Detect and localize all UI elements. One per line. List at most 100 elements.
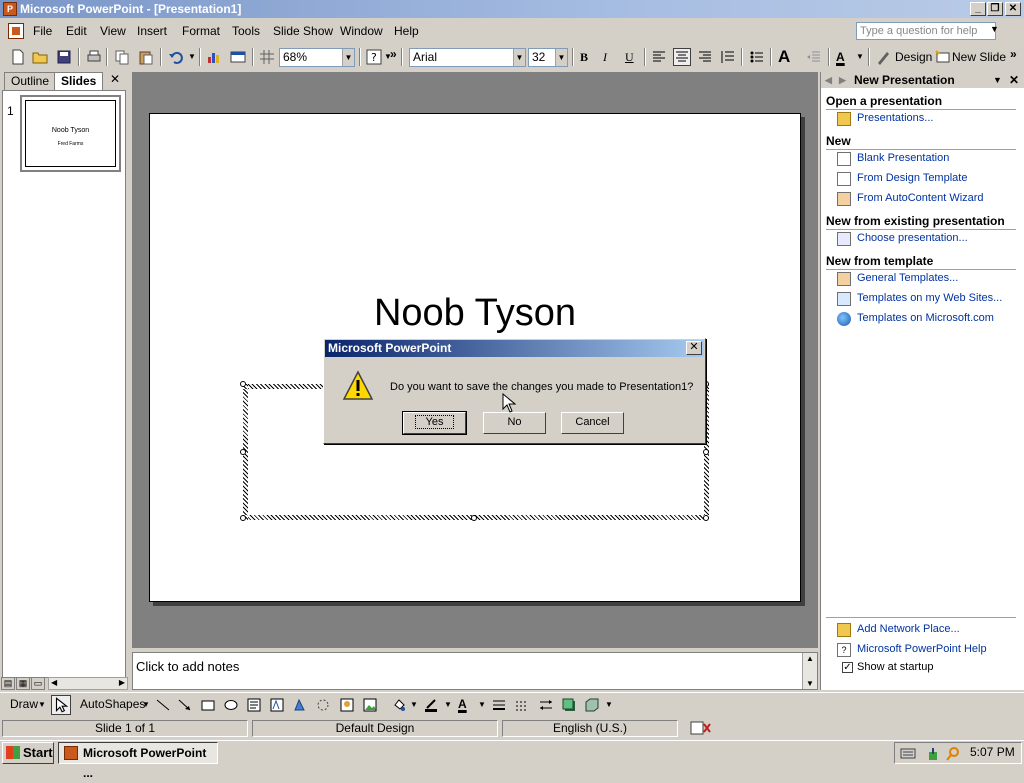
insert-table-icon[interactable] [230,49,246,65]
clip-art-icon[interactable] [340,698,354,712]
restore-button[interactable]: ❐ [987,2,1003,16]
select-objects-icon[interactable] [51,695,71,715]
underline-button[interactable]: U [625,47,634,67]
link-design-template[interactable]: From Design Template [857,172,967,184]
notes-pane[interactable]: Click to add notes [132,652,818,690]
dash-style-icon[interactable] [515,698,529,712]
draw-menu-button[interactable]: Draw [10,697,38,711]
link-general-templates[interactable]: General Templates... [857,272,958,284]
scroll-right-icon[interactable]: ▶ [119,678,125,687]
font-name-select[interactable]: Arial ▼ [409,48,526,67]
back-arrow-icon[interactable]: ◀ [825,72,832,88]
chevron-down-icon[interactable]: ▼ [513,49,525,66]
design-icon[interactable] [876,49,892,65]
fill-color-icon[interactable] [392,698,406,712]
cancel-button[interactable]: Cancel [561,412,624,434]
menu-edit[interactable]: Edit [66,23,87,39]
decrease-indent-icon[interactable] [806,49,822,65]
chevron-down-icon[interactable]: ▼ [555,49,567,66]
italic-button[interactable]: I [603,47,607,67]
diagram-icon[interactable] [293,698,307,712]
drawing-font-color-icon[interactable]: A [458,697,467,711]
new-slide-icon[interactable] [935,49,951,65]
scroll-down-icon[interactable]: ▼ [806,679,814,688]
slide-thumbnail[interactable]: Noob Tyson Fred Farms [20,95,121,172]
line-icon[interactable] [156,698,170,712]
document-icon[interactable] [8,23,24,39]
resize-handle[interactable] [471,515,477,521]
tab-slides[interactable]: Slides [54,72,104,90]
resize-handle[interactable] [240,449,246,455]
font-size-select[interactable]: 32 ▼ [528,48,568,67]
text-box-icon[interactable] [247,698,261,712]
chevron-down-icon[interactable]: ▼ [993,72,1002,88]
network-icon[interactable] [927,746,943,762]
line-style-icon[interactable] [492,698,506,712]
chevron-down-icon[interactable]: ▼ [856,47,864,67]
menu-window[interactable]: Window [340,23,383,39]
toolbar-options-icon[interactable]: » [1010,44,1017,64]
oval-icon[interactable] [224,698,238,712]
yes-button[interactable]: Yes [402,411,467,435]
align-center-icon[interactable] [673,48,691,66]
normal-view-icon[interactable]: ▤ [1,677,15,690]
copy-icon[interactable] [114,49,130,65]
menu-view[interactable]: View [100,23,126,39]
close-button[interactable]: ✕ [1005,2,1021,16]
link-autocontent-wizard[interactable]: From AutoContent Wizard [857,192,984,204]
chevron-down-icon[interactable]: ▼ [342,49,354,66]
link-templates-web-sites[interactable]: Templates on my Web Sites... [857,292,1002,304]
notes-scrollbar[interactable]: ▲ ▼ [802,653,817,689]
open-folder-icon[interactable] [32,49,48,65]
link-blank-presentation[interactable]: Blank Presentation [857,152,949,164]
horizontal-scrollbar[interactable]: ◀ ▶ [48,677,128,690]
org-chart-icon[interactable] [316,698,330,712]
link-choose-presentation[interactable]: Choose presentation... [857,232,968,244]
tab-outline[interactable]: Outline [4,72,57,90]
keyboard-icon[interactable] [900,746,916,760]
resize-handle[interactable] [703,515,709,521]
paste-icon[interactable] [138,49,154,65]
spelling-status-icon[interactable] [690,720,712,736]
chevron-down-icon[interactable]: ▼ [410,700,418,709]
taskbar-app-button[interactable]: Microsoft PowerPoint ... [58,742,218,780]
line-color-icon[interactable] [424,698,438,712]
help-icon[interactable]: ? [366,49,382,65]
menu-format[interactable]: Format [182,23,220,39]
align-left-icon[interactable] [651,49,667,65]
menu-file[interactable]: File [33,23,52,39]
resize-handle[interactable] [703,449,709,455]
increase-font-size-icon[interactable]: A [778,47,790,67]
close-icon[interactable]: ✕ [1009,72,1019,88]
zoom-select[interactable]: 68% ▼ [279,48,355,67]
powerpoint-app-icon[interactable]: P [3,2,17,16]
chevron-down-icon[interactable]: ▼ [142,700,150,709]
link-add-network-place[interactable]: Add Network Place... [857,623,960,635]
scroll-up-icon[interactable]: ▲ [806,654,814,663]
bullets-icon[interactable] [749,49,765,65]
chevron-down-icon[interactable]: ▼ [38,700,46,709]
slide-title[interactable]: Noob Tyson [150,292,800,335]
save-icon[interactable] [56,49,72,65]
autoshapes-menu-button[interactable]: AutoShapes [80,697,145,711]
shadow-style-icon[interactable] [562,698,576,712]
chevron-down-icon[interactable]: ▼ [188,47,196,67]
rectangle-icon[interactable] [201,698,215,712]
line-spacing-icon[interactable] [720,49,736,65]
insert-picture-icon[interactable] [363,698,377,712]
slide-show-view-icon[interactable]: ▭ [31,677,45,690]
resize-handle[interactable] [240,381,246,387]
insert-chart-icon[interactable] [206,49,222,65]
grid-icon[interactable] [259,49,275,65]
slide-sorter-view-icon[interactable]: ▦ [16,677,30,690]
menu-help[interactable]: Help [394,23,419,39]
minimize-button[interactable]: _ [970,2,986,16]
3d-style-icon[interactable] [585,698,599,712]
resize-handle[interactable] [240,515,246,521]
toolbar-options-icon[interactable]: » [390,44,397,64]
ask-question-input[interactable]: Type a question for help [856,22,996,40]
search-icon[interactable] [945,746,961,762]
bold-button[interactable]: B [580,47,588,67]
arrow-style-icon[interactable] [539,698,553,712]
chevron-down-icon[interactable]: ▼ [478,700,486,709]
